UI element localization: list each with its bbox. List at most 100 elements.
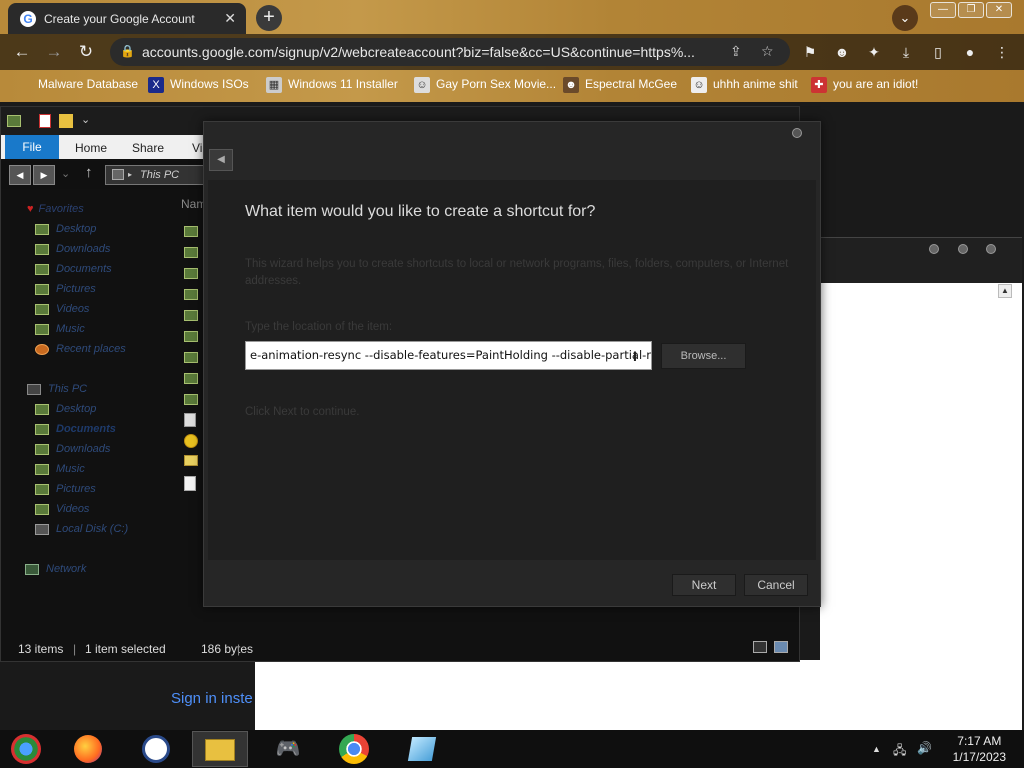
disk-icon <box>35 523 49 535</box>
network-icon <box>25 563 39 575</box>
folder-icon[interactable] <box>184 289 198 300</box>
archive-file-icon[interactable] <box>184 455 198 466</box>
taskbar-firefox[interactable] <box>62 731 114 767</box>
cancel-button[interactable]: Cancel <box>744 574 808 596</box>
share-icon[interactable]: ⇪ <box>730 43 742 60</box>
folder-icon[interactable] <box>184 352 198 363</box>
close-window-button[interactable]: ✕ <box>986 2 1012 18</box>
folder-icon[interactable] <box>184 373 198 384</box>
tree-item[interactable]: Pictures <box>35 283 96 295</box>
details-view-icon[interactable] <box>753 641 767 653</box>
explorer-forward-button[interactable]: ▶ <box>33 165 55 185</box>
location-input[interactable]: e-animation-resync --disable-features=Pa… <box>245 341 652 370</box>
tab-search-icon[interactable]: ⌄ <box>892 5 918 31</box>
avatar-extension-icon[interactable]: ☻ <box>832 42 852 62</box>
large-icons-view-icon[interactable] <box>774 641 788 653</box>
dialog-close-button[interactable] <box>792 128 802 138</box>
recent-dropdown-icon[interactable]: ⌄ <box>61 167 70 180</box>
tree-item[interactable]: Documents <box>35 263 112 275</box>
settings-file-icon[interactable] <box>184 413 196 427</box>
tree-item[interactable]: Downloads <box>35 243 110 255</box>
restore-button[interactable]: ❐ <box>958 2 984 18</box>
separator: | <box>73 642 77 656</box>
taskbar-notes[interactable] <box>396 731 448 767</box>
tree-favorites[interactable]: ♥ Favorites <box>27 203 84 215</box>
folder-icon <box>7 115 21 127</box>
flag-extension-icon[interactable]: ⚑ <box>800 42 820 62</box>
explorer-back-button[interactable]: ◀ <box>9 165 31 185</box>
close-tab-icon[interactable]: ✕ <box>224 10 236 27</box>
tree-item[interactable]: Music <box>35 323 85 335</box>
address-bar[interactable]: 🔒 accounts.google.com/signup/v2/webcreat… <box>110 38 790 66</box>
start-button[interactable] <box>0 731 52 767</box>
bookmark-movie[interactable]: ☺ Gay Porn Sex Movie... <box>414 77 556 93</box>
window-dot[interactable] <box>986 244 996 254</box>
folder-icon[interactable] <box>184 394 198 405</box>
bookmark-star-icon[interactable]: ☆ <box>761 43 774 60</box>
next-button[interactable]: Next <box>672 574 736 596</box>
taskbar-chrome[interactable] <box>328 731 380 767</box>
extensions-puzzle-icon[interactable]: ✦ <box>864 42 884 62</box>
system-clock[interactable]: 7:17 AM 1/17/2023 <box>953 733 1006 765</box>
explorer-address-bar[interactable]: ▸ This PC <box>105 165 211 185</box>
wizard-back-button[interactable]: ◀ <box>209 149 233 171</box>
browser-tab[interactable]: G Create your Google Account ✕ <box>8 3 246 34</box>
download-icon[interactable]: ⤓ <box>896 42 916 62</box>
tree-item[interactable]: Downloads <box>35 443 110 455</box>
downloads-icon <box>35 243 49 255</box>
taskbar-game-controller[interactable]: 🎮 <box>262 731 314 767</box>
bookmark-windows-11-installer[interactable]: ▦ Windows 11 Installer <box>266 77 398 93</box>
show-hidden-icons[interactable]: ▲ <box>872 744 881 754</box>
bookmark-espectral-mcgee[interactable]: ☻ Espectral McGee <box>563 77 677 93</box>
tree-network[interactable]: Network <box>25 563 86 575</box>
folder-icon[interactable] <box>184 331 198 342</box>
sign-in-instead-link[interactable]: Sign in inste <box>171 690 253 707</box>
up-arrow-icon[interactable]: ↑ <box>85 164 93 181</box>
ribbon-tab-view[interactable]: Vi <box>192 141 202 155</box>
quick-access-dropdown-icon[interactable]: ⌄ <box>81 113 90 126</box>
folder-icon[interactable] <box>184 310 198 321</box>
folder-icon[interactable] <box>184 226 198 237</box>
ribbon-tab-share[interactable]: Share <box>132 141 164 155</box>
new-folder-icon[interactable] <box>59 114 73 128</box>
folder-icon[interactable] <box>184 247 198 258</box>
bookmark-windows-isos[interactable]: X Windows ISOs <box>148 77 249 93</box>
tree-item[interactable]: Videos <box>35 503 89 515</box>
profile-icon[interactable]: ● <box>960 42 980 62</box>
bookmark-malware-database[interactable]: Malware Database <box>38 77 138 91</box>
reload-icon[interactable]: ↻ <box>74 41 98 65</box>
bookmark-anime[interactable]: ☺ uhhh anime shit <box>691 77 798 93</box>
tree-item[interactable]: Desktop <box>35 223 96 235</box>
x-icon: X <box>148 77 164 93</box>
this-pc-icon <box>112 169 124 180</box>
forward-arrow-icon[interactable]: → <box>42 41 66 65</box>
bookmark-you-are-an-idiot[interactable]: ✚ you are an idiot! <box>811 77 918 93</box>
ribbon-tab-home[interactable]: Home <box>75 141 107 155</box>
taskbar-file-explorer[interactable] <box>192 731 248 767</box>
tree-item-selected[interactable]: Documents <box>35 423 116 435</box>
back-arrow-icon[interactable]: ← <box>10 41 34 65</box>
tree-item[interactable]: Recent places <box>35 343 126 355</box>
tree-item[interactable]: Local Disk (C:) <box>35 523 128 535</box>
tree-this-pc[interactable]: This PC <box>27 383 87 395</box>
volume-icon[interactable]: 🔊 <box>917 741 932 755</box>
text-file-icon[interactable] <box>184 476 196 491</box>
ribbon-tab-file[interactable]: File <box>5 135 59 159</box>
app-file-icon[interactable] <box>184 434 198 448</box>
browse-button[interactable]: Browse... <box>661 343 746 369</box>
network-tray-icon[interactable]: 🖧 <box>893 741 906 762</box>
properties-icon[interactable] <box>39 114 51 128</box>
tree-item[interactable]: Desktop <box>35 403 96 415</box>
window-dot[interactable] <box>958 244 968 254</box>
minimize-button[interactable]: — <box>930 2 956 18</box>
folder-icon[interactable] <box>184 268 198 279</box>
scroll-up-arrow[interactable]: ▲ <box>998 284 1012 298</box>
tree-item[interactable]: Pictures <box>35 483 96 495</box>
new-tab-button[interactable]: + <box>256 5 282 31</box>
window-dot[interactable] <box>929 244 939 254</box>
tree-item[interactable]: Music <box>35 463 85 475</box>
taskbar-app[interactable] <box>130 731 182 767</box>
side-panel-icon[interactable]: ▯ <box>928 42 948 62</box>
menu-kebab-icon[interactable]: ⋮ <box>992 42 1012 62</box>
tree-item[interactable]: Videos <box>35 303 89 315</box>
